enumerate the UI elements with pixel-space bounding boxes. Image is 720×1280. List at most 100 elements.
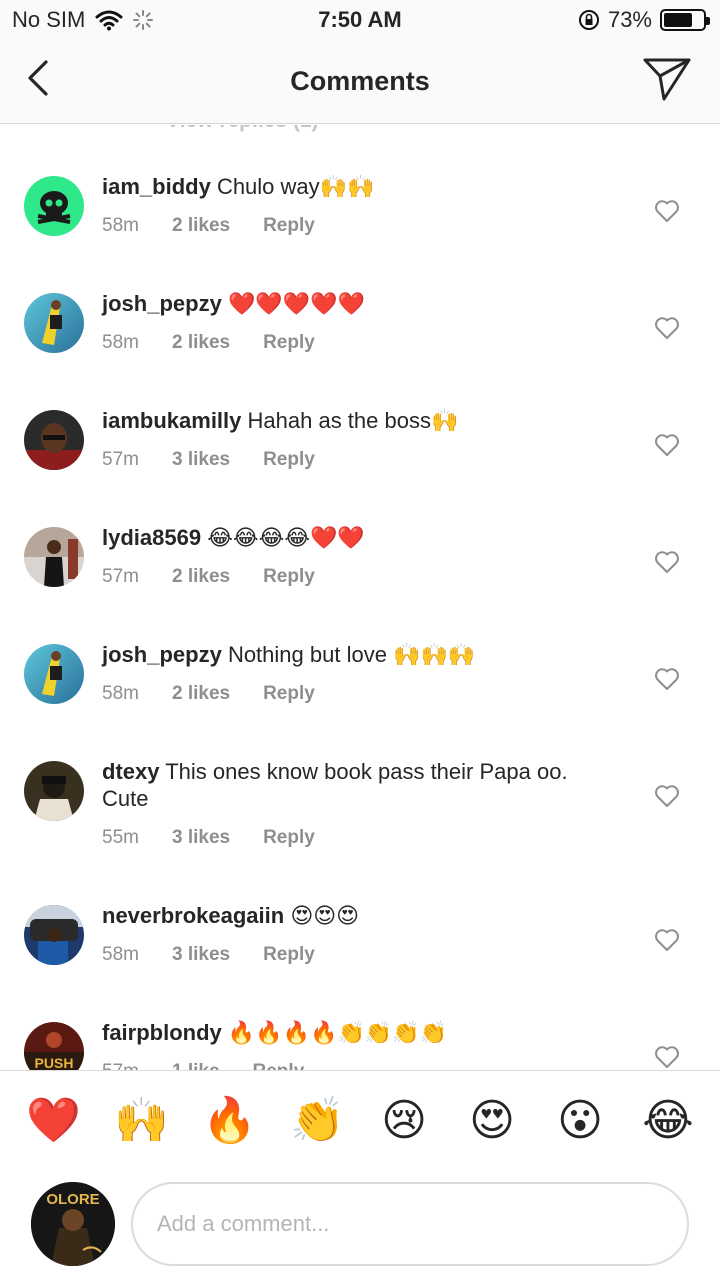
avatar[interactable] (24, 176, 84, 236)
battery-icon (660, 9, 710, 31)
avatar-photo (34, 776, 74, 821)
reply-button[interactable]: Reply (263, 683, 315, 705)
emoji-raised-hands-button[interactable]: 🙌 (114, 1095, 169, 1147)
composer-divider (0, 1070, 720, 1071)
comment-meta: 58m 2 likes Reply (102, 683, 315, 705)
comment-likes[interactable]: 2 likes (172, 215, 230, 237)
comment-likes[interactable]: 3 likes (172, 827, 230, 849)
comment-text-block: josh_pepzy ❤️❤️❤️❤️❤️ (102, 290, 602, 317)
comment-time: 58m (102, 944, 139, 965)
comment-text-block: fairpblondy 🔥🔥🔥🔥👏👏👏👏 (102, 1019, 602, 1046)
comment-likes[interactable]: 2 likes (172, 566, 230, 588)
avatar[interactable] (24, 761, 84, 821)
reply-button[interactable]: Reply (253, 1061, 305, 1070)
comment-meta: 58m 2 likes Reply (102, 332, 315, 354)
comment-username[interactable]: iambukamilly (102, 408, 241, 433)
emoji-fire-button[interactable]: 🔥 (202, 1095, 257, 1147)
comment-likes[interactable]: 2 likes (172, 683, 230, 705)
comment-username[interactable]: lydia8569 (102, 525, 201, 550)
heart-icon[interactable] (654, 667, 680, 691)
comment-time: 57m (102, 1061, 139, 1070)
svg-text:PUSH: PUSH (35, 1055, 74, 1070)
comment-meta: 58m 3 likes Reply (102, 944, 315, 966)
reply-button[interactable]: Reply (263, 944, 315, 966)
nav-bar: Comments (0, 40, 720, 124)
comment-likes[interactable]: 1 like (172, 1061, 220, 1070)
heart-icon[interactable] (654, 316, 680, 340)
skull-icon (37, 191, 71, 224)
comment-text: This ones know book pass their Papa oo. … (102, 759, 568, 811)
heart-icon[interactable] (654, 928, 680, 952)
comment-text-block: dtexy This ones know book pass their Pap… (102, 758, 582, 812)
reply-button[interactable]: Reply (263, 215, 315, 237)
avatar[interactable] (24, 293, 84, 353)
avatar-photo: PUSH (24, 1032, 84, 1070)
reply-button[interactable]: Reply (263, 449, 315, 471)
comment-text: Chulo way🙌🙌 (216, 174, 375, 199)
comment-likes[interactable]: 2 likes (172, 332, 230, 354)
heart-icon[interactable] (654, 433, 680, 457)
comment-text: 😂😂😂😂❤️❤️ (207, 525, 365, 550)
avatar-photo (24, 905, 84, 965)
reply-button[interactable]: Reply (263, 566, 315, 588)
comment-meta: 57m 3 likes Reply (102, 449, 315, 471)
avatar[interactable]: PUSH (24, 1022, 84, 1070)
avatar[interactable] (24, 410, 84, 470)
comment-time: 57m (102, 566, 139, 587)
avatar-photo (42, 300, 62, 345)
comment-text: 🔥🔥🔥🔥👏👏👏👏 (227, 1020, 448, 1045)
reply-button[interactable]: Reply (263, 827, 315, 849)
comment-likes[interactable]: 3 likes (172, 449, 230, 471)
battery-level (664, 13, 692, 27)
comment-time: 58m (102, 683, 139, 704)
view-replies-link[interactable]: View replies (1) (166, 125, 319, 133)
page-title: Comments (290, 66, 430, 96)
status-right: 73% (578, 7, 710, 33)
avatar-text: OLORE (46, 1191, 99, 1208)
avatar[interactable] (24, 527, 84, 587)
comment-input[interactable] (131, 1182, 689, 1266)
heart-icon[interactable] (654, 1045, 680, 1069)
comment-time: 58m (102, 215, 139, 236)
comment-username[interactable]: iam_biddy (102, 174, 211, 199)
avatar-artwork: OLORE (31, 1182, 115, 1266)
comment-text-block: lydia8569 😂😂😂😂❤️❤️ (102, 524, 602, 551)
comment-username[interactable]: neverbrokeagaiin (102, 903, 284, 928)
comment-username[interactable]: josh_pepzy (102, 291, 222, 316)
comment-likes[interactable]: 3 likes (172, 944, 230, 966)
comment-meta: 55m 3 likes Reply (102, 827, 315, 849)
heart-icon[interactable] (654, 199, 680, 223)
emoji-heart-button[interactable]: ❤️ (26, 1095, 81, 1147)
emoji-laughing-button[interactable]: 😂 (642, 1095, 694, 1147)
avatar[interactable] (24, 905, 84, 965)
avatar-photo (42, 651, 62, 696)
emoji-crying-button[interactable]: 😢 (378, 1095, 430, 1147)
my-avatar: OLORE (31, 1182, 115, 1266)
emoji-clap-button[interactable]: 👏 (290, 1095, 345, 1147)
comment-time: 55m (102, 827, 139, 848)
emoji-surprised-button[interactable]: 😮 (554, 1095, 606, 1147)
comment-username[interactable]: dtexy (102, 759, 159, 784)
comment-list[interactable]: View replies (1) iam_biddy Chulo way🙌🙌 5… (0, 125, 720, 1070)
comment-meta: 58m 2 likes Reply (102, 215, 315, 237)
comment-text: 😍😍😍 (290, 903, 360, 928)
avatar-photo (24, 423, 84, 470)
status-bar: No SIM 7:50 AM 73% (0, 0, 720, 40)
reply-button[interactable]: Reply (263, 332, 315, 354)
comment-text-block: iam_biddy Chulo way🙌🙌 (102, 173, 602, 200)
comment-time: 58m (102, 332, 139, 353)
avatar[interactable] (24, 644, 84, 704)
emoji-heart-eyes-button[interactable]: 😍 (466, 1095, 518, 1147)
comment-text: Nothing but love 🙌🙌🙌 (227, 642, 476, 667)
heart-icon[interactable] (654, 550, 680, 574)
heart-icon[interactable] (654, 784, 680, 808)
avatar-photo (24, 527, 84, 587)
paper-plane-icon[interactable] (642, 56, 692, 102)
comment-meta: 57m 2 likes Reply (102, 566, 315, 588)
comment-time: 57m (102, 449, 139, 470)
comment-text: Hahah as the boss🙌 (247, 408, 459, 433)
comment-username[interactable]: fairpblondy (102, 1020, 222, 1045)
comment-meta: 57m 1 like Reply (102, 1061, 304, 1070)
comment-username[interactable]: josh_pepzy (102, 642, 222, 667)
comment-text-block: josh_pepzy Nothing but love 🙌🙌🙌 (102, 641, 602, 668)
